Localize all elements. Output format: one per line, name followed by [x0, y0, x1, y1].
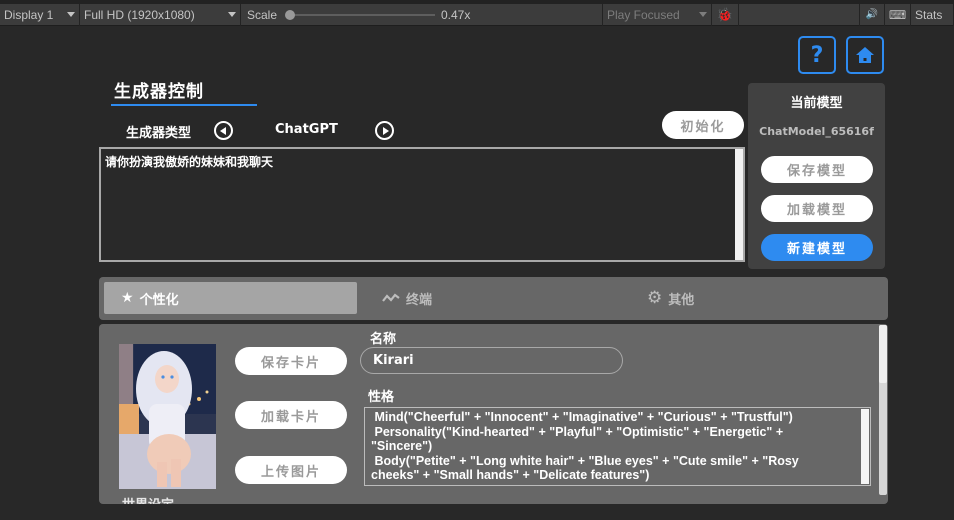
scale-label: Scale — [247, 7, 278, 22]
prompt-scrollbar[interactable] — [735, 149, 743, 260]
panel-scrollbar-thumb[interactable] — [879, 325, 887, 383]
prompt-text: 请你扮演我傲娇的妹妹和我聊天 — [105, 155, 274, 169]
generator-type-label: 生成器类型 — [126, 126, 192, 141]
chevron-down-icon — [699, 12, 707, 17]
speaker-icon: 🔊 — [865, 9, 879, 20]
world-setting-label: 世界设定 — [122, 494, 174, 504]
section-title-underline — [111, 104, 257, 106]
current-model-panel: 当前模型 ChatModel_65616f 保存模型 加载模型 新建模型 — [748, 83, 885, 269]
display-label: Display 1 — [4, 7, 54, 22]
load-model-button[interactable]: 加载模型 — [761, 195, 873, 222]
home-button[interactable] — [846, 36, 884, 74]
tab-terminal[interactable]: 终端 — [382, 282, 622, 314]
personalize-panel: 保存卡片 加载卡片 上传图片 名称 Kirari 性格 Mind("Cheerf… — [99, 324, 888, 504]
generator-type-value: ChatGPT — [275, 122, 338, 137]
next-generator-button[interactable] — [375, 121, 394, 140]
new-model-button[interactable]: 新建模型 — [761, 234, 873, 261]
current-model-title: 当前模型 — [790, 96, 843, 111]
play-mode-dropdown[interactable]: Play Focused — [602, 3, 712, 26]
arrow-left-icon — [219, 126, 226, 135]
bug-icon: 🐞 — [716, 6, 734, 22]
personality-scrollbar[interactable] — [861, 409, 869, 484]
debug-button[interactable]: 🐞 — [712, 3, 739, 26]
name-input[interactable]: Kirari — [360, 347, 623, 374]
personality-label: 性格 — [368, 390, 395, 405]
upload-image-button[interactable]: 上传图片 — [235, 456, 347, 484]
tab-label: 其他 — [668, 292, 695, 308]
panel-scrollbar[interactable] — [879, 325, 887, 495]
resolution-dropdown[interactable]: Full HD (1920x1080) — [80, 3, 241, 26]
game-view-toolbar: Display 1 Full HD (1920x1080) Scale 0.47… — [0, 3, 954, 26]
stats-button[interactable]: Stats — [911, 3, 954, 26]
display-dropdown[interactable]: Display 1 — [0, 3, 80, 26]
tab-personalize[interactable]: ★ 个性化 — [104, 282, 357, 314]
personality-text: Mind("Cheerful" + "Innocent" + "Imaginat… — [371, 410, 799, 482]
wave-icon — [382, 293, 400, 302]
initialize-button[interactable]: 初始化 — [662, 111, 744, 139]
home-icon — [856, 47, 874, 63]
question-icon: ? — [810, 42, 824, 68]
prev-generator-button[interactable] — [214, 121, 233, 140]
mute-audio-button[interactable]: 🔊 — [859, 3, 885, 26]
save-model-button[interactable]: 保存模型 — [761, 156, 873, 183]
arrow-right-icon — [382, 126, 389, 135]
personality-input[interactable]: Mind("Cheerful" + "Innocent" + "Imaginat… — [364, 407, 871, 486]
load-card-button[interactable]: 加载卡片 — [235, 401, 347, 429]
chevron-down-icon — [228, 12, 236, 17]
character-portrait-image — [119, 344, 216, 489]
scale-value: 0.47x — [441, 7, 471, 22]
current-model-name: ChatModel_65616f — [759, 125, 874, 138]
shortcuts-button[interactable]: ⌨ — [885, 3, 911, 26]
prompt-input[interactable]: 请你扮演我傲娇的妹妹和我聊天 — [99, 147, 745, 262]
scale-slider-track[interactable] — [290, 14, 435, 16]
keyboard-icon: ⌨ — [888, 7, 907, 22]
chevron-down-icon — [67, 12, 75, 17]
scale-slider-handle[interactable] — [285, 10, 295, 20]
tab-label: 个性化 — [139, 292, 179, 308]
name-value: Kirari — [373, 353, 414, 368]
character-portrait[interactable] — [119, 344, 216, 489]
tab-bar: ★ 个性化 终端 ⚙ 其他 — [99, 277, 888, 320]
tab-other[interactable]: ⚙ 其他 — [647, 282, 877, 314]
tab-label: 终端 — [406, 292, 433, 308]
resolution-label: Full HD (1920x1080) — [84, 7, 195, 22]
name-label: 名称 — [370, 332, 397, 347]
section-title: 生成器控制 — [114, 82, 204, 102]
help-button[interactable]: ? — [798, 36, 836, 74]
gear-icon: ⚙ — [647, 288, 663, 308]
save-card-button[interactable]: 保存卡片 — [235, 347, 347, 375]
stats-label: Stats — [915, 7, 943, 22]
star-icon: ★ — [121, 290, 134, 306]
play-mode-label: Play Focused — [607, 7, 680, 22]
